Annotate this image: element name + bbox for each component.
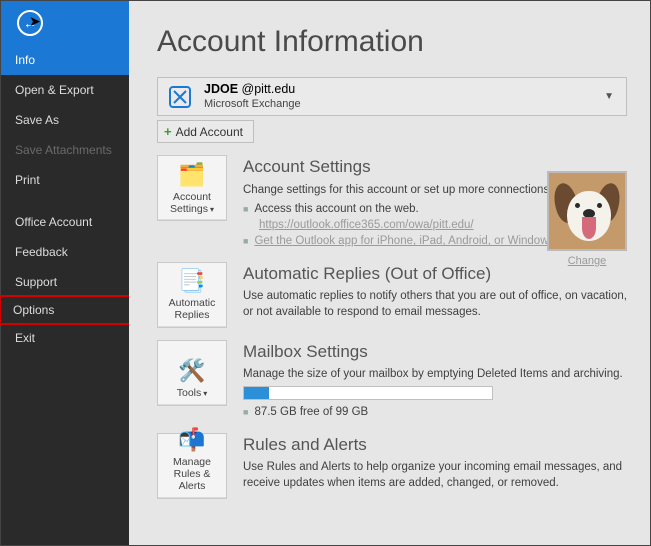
sidebar-item-support[interactable]: Support bbox=[1, 267, 129, 297]
tile-tools[interactable]: 🛠️ Tools▾ bbox=[157, 340, 227, 406]
rules-icon: 📬 bbox=[178, 427, 205, 452]
automatic-replies-icon: 📑 bbox=[178, 268, 205, 293]
account-text: JDOE @pitt.edu Microsoft Exchange bbox=[204, 82, 590, 111]
back-button[interactable]: ← ➤ bbox=[1, 1, 129, 45]
sidebar-item-office-account[interactable]: Office Account bbox=[1, 207, 129, 237]
tile-account-settings[interactable]: 🗂️ Account Settings▾ bbox=[157, 155, 227, 221]
tile-manage-rules[interactable]: 📬 Manage Rules & Alerts bbox=[157, 433, 227, 499]
mailbox-usage-bar bbox=[243, 386, 493, 400]
desc-mailbox-settings: Manage the size of your mailbox by empty… bbox=[243, 366, 632, 382]
sidebar-item-feedback[interactable]: Feedback bbox=[1, 237, 129, 267]
desc-automatic-replies: Use automatic replies to notify others t… bbox=[243, 288, 632, 320]
sidebar-item-exit[interactable]: Exit bbox=[1, 323, 129, 353]
link-owa-url[interactable]: https://outlook.office365.com/owa/pitt.e… bbox=[259, 219, 474, 231]
tile-automatic-replies[interactable]: 📑 Automatic Replies bbox=[157, 262, 227, 328]
sidebar-item-options[interactable]: Options bbox=[0, 295, 131, 325]
plus-icon: + bbox=[164, 124, 172, 139]
back-arrow-icon: ← bbox=[17, 10, 43, 36]
sidebar-item-open-export[interactable]: Open & Export bbox=[1, 75, 129, 105]
profile-photo[interactable] bbox=[547, 171, 627, 251]
sidebar-item-print[interactable]: Print bbox=[1, 165, 129, 195]
desc-rules-alerts: Use Rules and Alerts to help organize yo… bbox=[243, 459, 632, 491]
add-account-button[interactable]: + Add Account bbox=[157, 120, 254, 143]
account-settings-icon: 🗂️ bbox=[178, 162, 205, 187]
change-photo-link[interactable]: Change bbox=[546, 255, 628, 267]
sidebar-item-save-as[interactable]: Save As bbox=[1, 105, 129, 135]
page-title: Account Information bbox=[157, 25, 632, 59]
sidebar-item-info[interactable]: Info bbox=[1, 45, 129, 75]
backstage-sidebar: ← ➤ Info Open & Export Save As Save Atta… bbox=[1, 1, 129, 545]
profile-photo-block: Change bbox=[546, 171, 628, 267]
section-mailbox-settings: 🛠️ Tools▾ Mailbox Settings Manage the si… bbox=[157, 340, 632, 421]
mailbox-usage-text: ■87.5 GB free of 99 GB bbox=[243, 404, 632, 420]
sidebar-item-save-attachments: Save Attachments bbox=[1, 135, 129, 165]
chevron-down-icon: ▼ bbox=[600, 91, 618, 102]
main-panel: Account Information JDOE @pitt.edu Micro… bbox=[129, 1, 650, 545]
section-rules-alerts: 📬 Manage Rules & Alerts Rules and Alerts… bbox=[157, 433, 632, 499]
heading-mailbox-settings: Mailbox Settings bbox=[243, 340, 632, 364]
heading-rules-alerts: Rules and Alerts bbox=[243, 433, 632, 457]
exchange-icon bbox=[166, 83, 194, 111]
tools-icon: 🛠️ bbox=[178, 358, 205, 383]
account-selector[interactable]: JDOE @pitt.edu Microsoft Exchange ▼ bbox=[157, 77, 627, 116]
section-automatic-replies: 📑 Automatic Replies Automatic Replies (O… bbox=[157, 262, 632, 328]
